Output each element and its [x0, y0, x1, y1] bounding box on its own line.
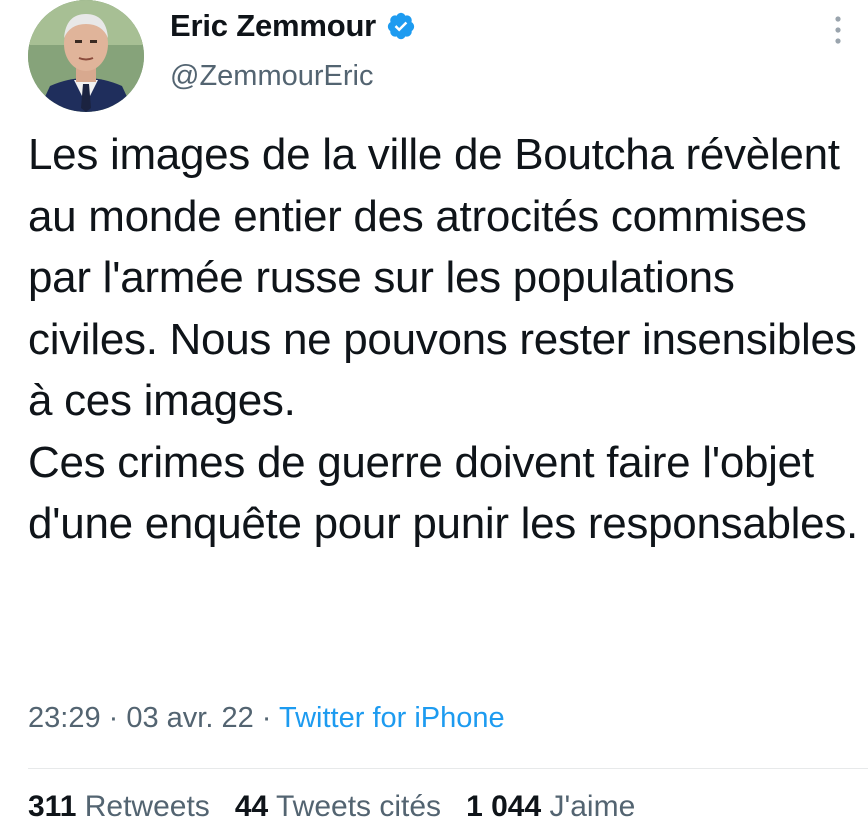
- meta-separator: ·: [100, 702, 127, 734]
- avatar[interactable]: [28, 0, 144, 112]
- avatar-photo: [28, 0, 144, 112]
- divider: [28, 768, 868, 769]
- tweet: Eric Zemmour @ZemmourEric Les images de …: [0, 0, 868, 823]
- meta-separator: ·: [253, 702, 279, 734]
- tweet-meta: 23:29 · 03 avr. 22 · Twitter for iPhone: [28, 702, 505, 735]
- tweet-date[interactable]: 03 avr. 22: [126, 702, 253, 734]
- tweet-paragraph: Les images de la ville de Boutcha révèle…: [28, 130, 857, 425]
- tweet-stats: 311 Retweets 44 Tweets cités 1 044 J'aim…: [28, 790, 635, 824]
- author-name-row: Eric Zemmour: [170, 8, 416, 44]
- author-handle[interactable]: @ZemmourEric: [170, 60, 373, 93]
- author-name[interactable]: Eric Zemmour: [170, 8, 376, 44]
- tweet-source-link[interactable]: Twitter for iPhone: [279, 702, 505, 734]
- tweet-paragraph: Ces crimes de guerre doivent faire l'obj…: [28, 437, 858, 549]
- tweet-text: Les images de la ville de Boutcha révèle…: [28, 124, 858, 555]
- tweet-time[interactable]: 23:29: [28, 702, 101, 734]
- more-vertical-icon[interactable]: [828, 14, 848, 46]
- verified-badge-icon: [386, 11, 416, 41]
